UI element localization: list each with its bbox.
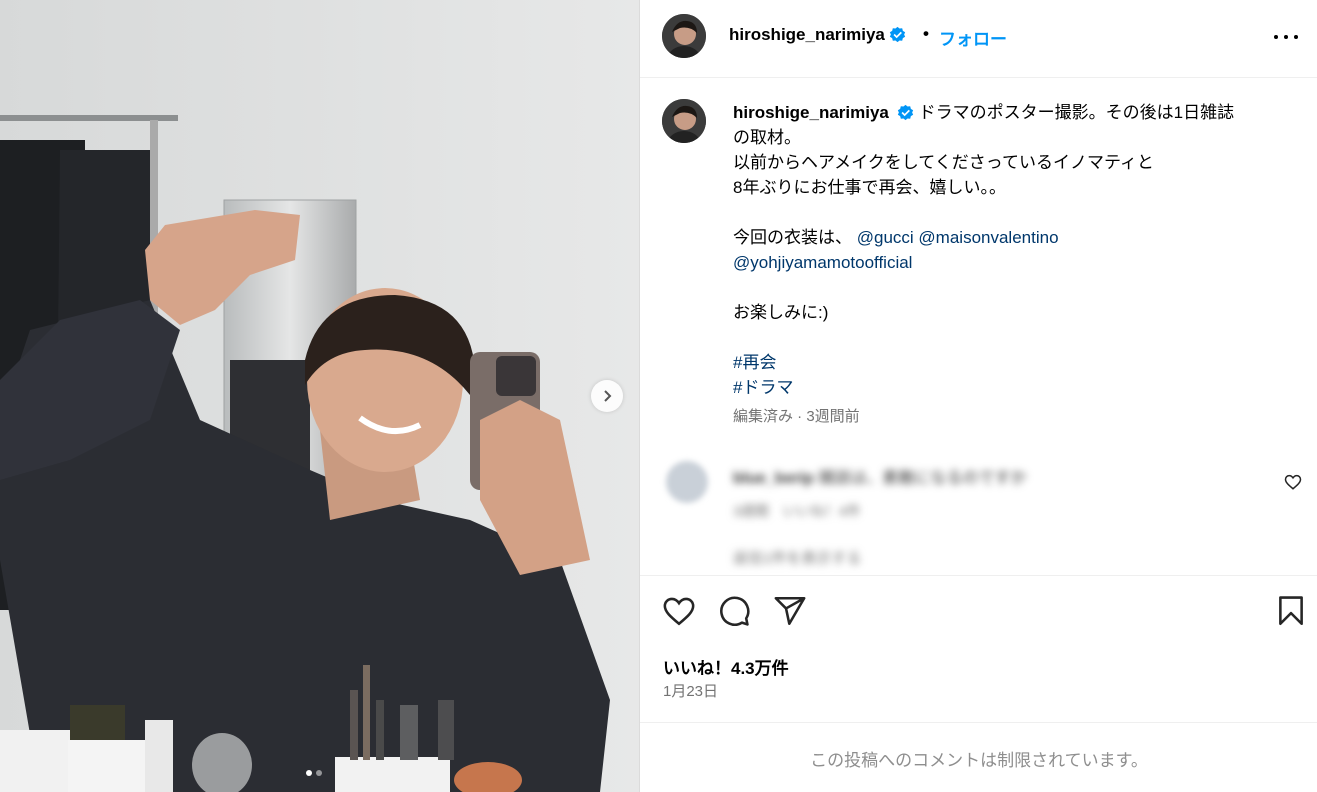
- caption-text: hiroshige_narimiya ドラマのポスター撮影。その後は1日雑誌 の…: [733, 100, 1293, 400]
- carousel-dot: [316, 770, 322, 776]
- caption-username[interactable]: hiroshige_narimiya: [733, 103, 889, 122]
- share-icon[interactable]: [773, 594, 807, 628]
- caption-outfit-intro: 今回の衣装は、: [733, 228, 852, 247]
- carousel-next-button[interactable]: [591, 380, 623, 412]
- header-bullet: •: [923, 24, 929, 43]
- comments-limited-notice: この投稿へのコメントは制限されています。: [810, 750, 1148, 770]
- carousel-dot-active: [306, 770, 312, 776]
- mention-link[interactable]: @yohjiyamamotoofficial: [733, 253, 912, 272]
- verified-badge-icon: [889, 26, 906, 43]
- more-options-icon[interactable]: [1274, 30, 1298, 44]
- post-side-pane: hiroshige_narimiya • フォロー hiroshige_nari…: [639, 0, 1317, 792]
- comment-body: 雑誌は、素敵になるのですか: [818, 470, 1027, 487]
- author-username[interactable]: hiroshige_narimiya: [729, 25, 906, 45]
- comment-icon[interactable]: [717, 594, 751, 628]
- hashtag-link[interactable]: #再会: [733, 353, 776, 372]
- comment-item: blue_berip 雑誌は、素敵になるのですか 3週間 いいね！4件 返信1件…: [640, 459, 1317, 569]
- post-date[interactable]: 1月23日: [663, 680, 718, 701]
- comment-author[interactable]: blue_berip: [733, 470, 814, 487]
- heart-icon[interactable]: [662, 594, 696, 628]
- comment-meta: 3週間 いいね！4件: [733, 503, 861, 519]
- comment-text: blue_berip 雑誌は、素敵になるのですか: [733, 464, 1026, 488]
- post-meta: 編集済み · 3週間前: [733, 408, 860, 425]
- photo-illustration: [0, 0, 639, 792]
- caption-line-3: 以前からヘアメイクをしてくださっているイノマティと: [733, 153, 1154, 172]
- hashtag-link[interactable]: #ドラマ: [733, 378, 793, 397]
- caption-line-6: 今回の衣装は、 @gucci @maisonvalentino: [733, 225, 1293, 250]
- mention-link[interactable]: @gucci: [857, 228, 914, 247]
- caption-line-1: ドラマのポスター撮影。その後は1日雑誌: [918, 103, 1235, 122]
- caption-area: hiroshige_narimiya ドラマのポスター撮影。その後は1日雑誌 の…: [640, 79, 1317, 574]
- author-avatar[interactable]: [662, 14, 706, 58]
- verified-badge-icon: [897, 104, 914, 121]
- commenter-avatar[interactable]: [666, 461, 708, 503]
- caption-line-7: @yohjiyamamotoofficial: [733, 250, 1293, 275]
- post-photo[interactable]: [0, 0, 639, 792]
- follow-button[interactable]: フォロー: [939, 25, 1007, 50]
- caption-author-avatar[interactable]: [662, 99, 706, 143]
- caption-hashtag-line: #ドラマ: [733, 375, 1293, 400]
- comment-like-heart-icon[interactable]: [1284, 473, 1302, 491]
- caption-hashtag-line: #再会: [733, 350, 1293, 375]
- post-header: hiroshige_narimiya • フォロー: [640, 0, 1317, 78]
- caption-line-2: の取材。: [733, 128, 801, 147]
- view-replies-link[interactable]: 返信1件を表示する: [733, 547, 861, 568]
- action-bar: いいね！4.3万件 1月23日: [640, 575, 1317, 723]
- bookmark-icon[interactable]: [1274, 594, 1308, 628]
- chevron-right-icon: [604, 390, 612, 402]
- carousel-indicator: [306, 770, 322, 776]
- caption-line: hiroshige_narimiya ドラマのポスター撮影。その後は1日雑誌: [733, 100, 1293, 125]
- caption-line-4: 8年ぶりにお仕事で再会、嬉しい。。: [733, 178, 1006, 197]
- caption-closing-line: お楽しみに:): [733, 303, 829, 322]
- like-count[interactable]: いいね！4.3万件: [663, 654, 789, 679]
- mention-link[interactable]: @maisonvalentino: [918, 228, 1058, 247]
